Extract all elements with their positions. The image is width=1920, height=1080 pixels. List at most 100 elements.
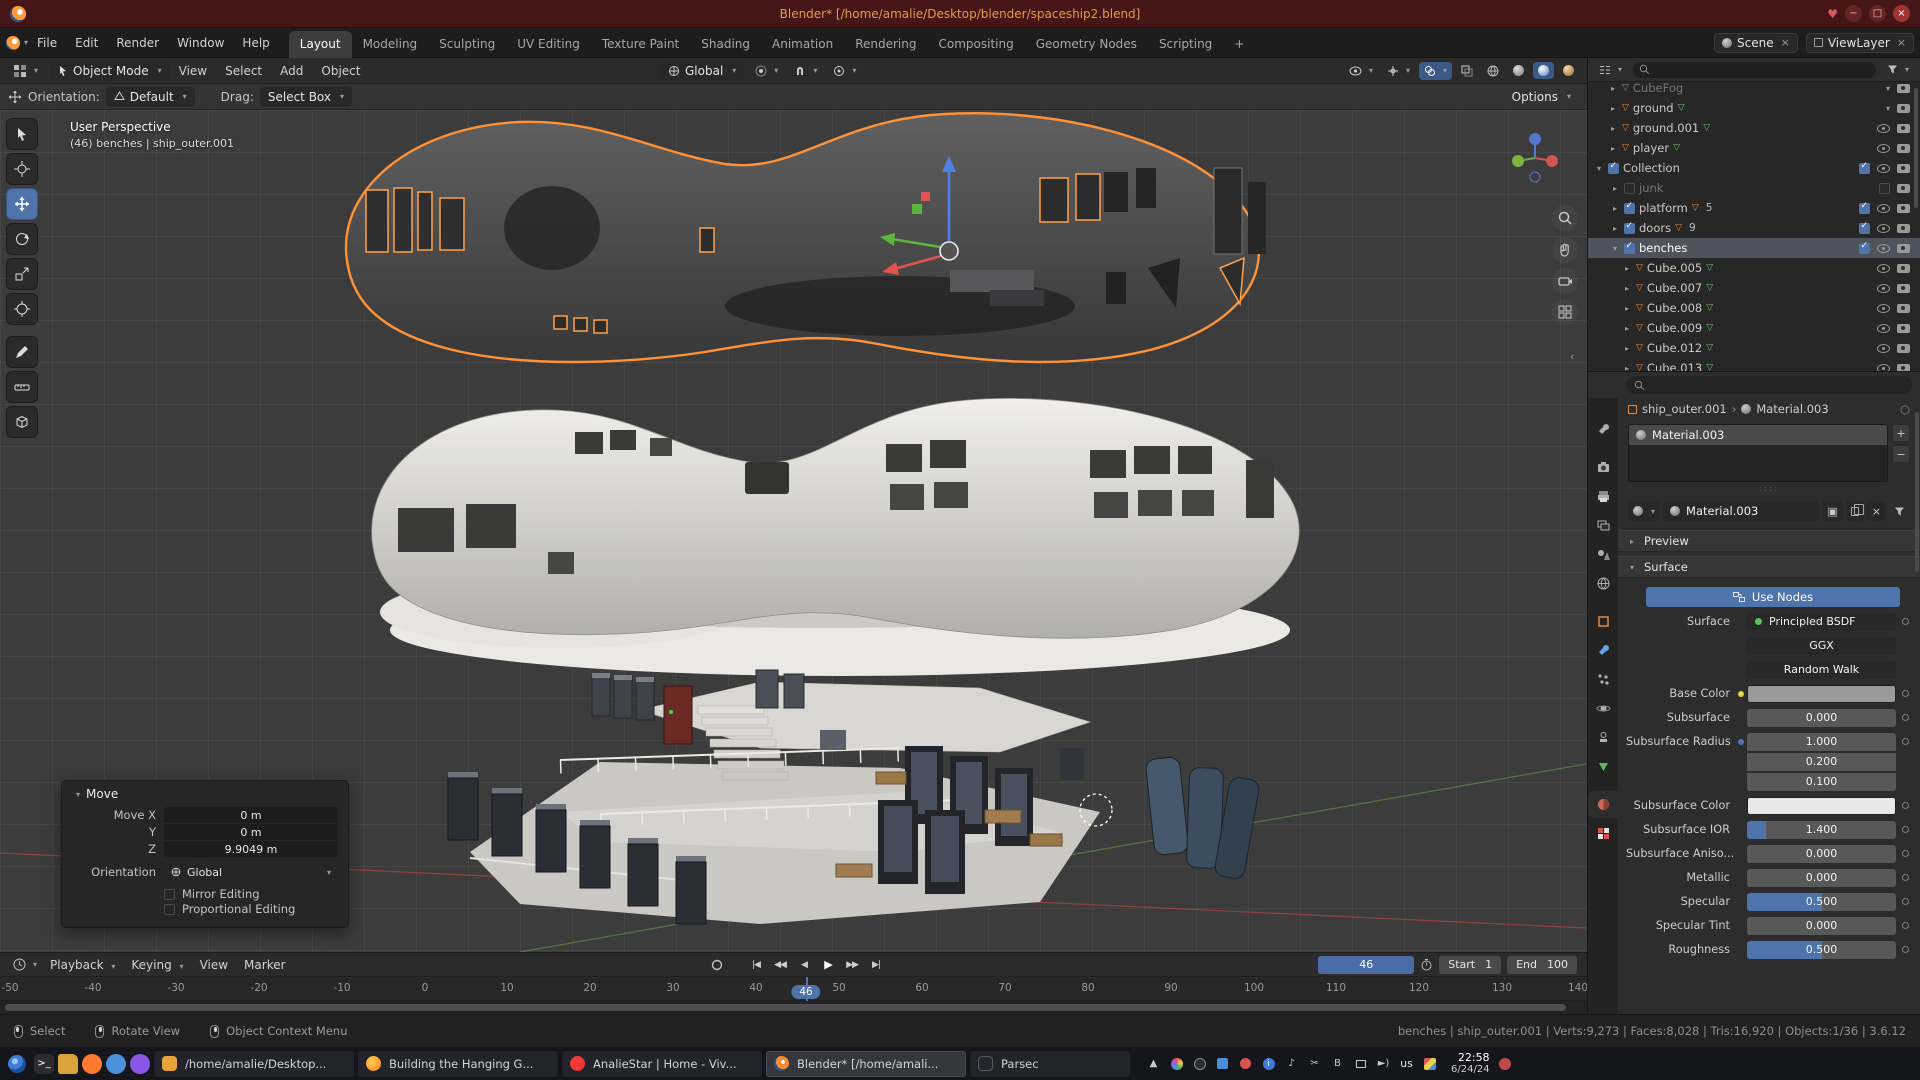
add-cube-tool[interactable]	[6, 406, 38, 438]
tab-constraints[interactable]	[1588, 724, 1618, 751]
timeline-scrollbar[interactable]	[0, 1001, 1587, 1014]
tab-scripting[interactable]: Scripting	[1148, 31, 1223, 58]
disable-render-icon[interactable]	[1897, 324, 1910, 333]
move-tool[interactable]	[6, 188, 38, 220]
tray-cut-icon[interactable]: ✂	[1307, 1056, 1322, 1071]
expand-caret-icon[interactable]: ▸	[1622, 304, 1632, 313]
app-menu-icon[interactable]	[6, 36, 20, 50]
disable-render-icon[interactable]	[1897, 204, 1910, 213]
new-material-button[interactable]	[1846, 501, 1864, 521]
expand-caret-icon[interactable]: ▸	[1608, 104, 1618, 113]
timeline-ruler[interactable]: -50 -40 -30 -20 -10 0 10 20 30 40 50 60 …	[0, 977, 1587, 1001]
fake-user-button[interactable]: ▣	[1822, 501, 1842, 521]
tab-world[interactable]	[1588, 570, 1618, 597]
move-x-field[interactable]: 0 m	[164, 807, 338, 823]
material-name-field[interactable]: Material.003	[1663, 501, 1819, 521]
play-button[interactable]: ▶	[817, 956, 839, 974]
tray-network-icon[interactable]	[1353, 1056, 1368, 1071]
pivot-point-dropdown[interactable]: ▾	[750, 62, 783, 80]
decorator-icon[interactable]	[1902, 802, 1909, 809]
start-menu-button[interactable]	[4, 1051, 30, 1077]
subsurface-slider[interactable]: 0.000	[1747, 709, 1896, 727]
decorator-icon[interactable]	[1902, 738, 1909, 745]
outliner-item-junk[interactable]: ▸junk	[1588, 178, 1920, 198]
xray-toggle[interactable]	[1456, 62, 1478, 80]
taskbar-window-files[interactable]: /home/amalie/Desktop...	[154, 1051, 354, 1077]
outliner-item-ground-001[interactable]: ▸▽ground.001▽	[1588, 118, 1920, 138]
hide-viewport-icon[interactable]	[1877, 324, 1890, 333]
hide-viewport-icon[interactable]	[1877, 284, 1890, 293]
collection-checkbox[interactable]	[1608, 163, 1619, 174]
decorator-icon[interactable]	[1902, 826, 1909, 833]
tab-animation[interactable]: Animation	[761, 31, 844, 58]
collapse-caret-icon[interactable]: ▾	[1610, 244, 1620, 253]
tray-music-icon[interactable]: ♪	[1284, 1056, 1299, 1071]
properties-search-field[interactable]	[1626, 376, 1912, 394]
tab-tool[interactable]	[1588, 416, 1618, 443]
drag-dropdown[interactable]: Select Box▾	[260, 87, 352, 107]
tab-modifiers[interactable]	[1588, 637, 1618, 664]
tab-render[interactable]	[1588, 454, 1618, 481]
hide-viewport-icon[interactable]	[1877, 204, 1890, 213]
scene-unlink-icon[interactable]: ×	[1781, 36, 1790, 49]
outliner-item-player[interactable]: ▸▽player▽	[1588, 138, 1920, 158]
mode-dropdown[interactable]: Object Mode ▾	[49, 61, 170, 81]
tray-obs-icon[interactable]	[1192, 1056, 1207, 1071]
launcher-icon-firefox[interactable]	[82, 1054, 102, 1074]
material-slot-list[interactable]: Material.003	[1628, 424, 1888, 482]
frame-start-field[interactable]: Start1	[1439, 956, 1501, 974]
move-y-field[interactable]: 0 m	[164, 824, 338, 840]
tab-material[interactable]	[1588, 791, 1618, 818]
prev-keyframe-button[interactable]: ◀◀	[769, 956, 791, 974]
disable-render-icon[interactable]	[1897, 364, 1910, 373]
outliner-item-cube-013[interactable]: ▸▽Cube.013▽	[1588, 358, 1920, 372]
taskbar-window-parsec[interactable]: Parsec	[970, 1051, 1130, 1077]
viewport-3d[interactable]: User Perspective (46) benches | ship_out…	[0, 110, 1587, 952]
hide-viewport-icon[interactable]	[1877, 224, 1890, 233]
launcher-icon-browser[interactable]	[106, 1054, 126, 1074]
cursor-tool[interactable]	[6, 153, 38, 185]
sidebar-toggle[interactable]: ‹	[1570, 350, 1574, 363]
current-frame-field[interactable]: 46	[1318, 956, 1414, 974]
outliner-item-cube-007[interactable]: ▸▽Cube.007▽	[1588, 278, 1920, 298]
hide-viewport-icon[interactable]	[1877, 364, 1890, 373]
menu-playback[interactable]: Playback ▾	[42, 954, 123, 976]
expand-caret-icon[interactable]: ▸	[1608, 144, 1618, 153]
expand-caret-icon[interactable]: ▸	[1610, 184, 1620, 193]
outliner-item-cube-005[interactable]: ▸▽Cube.005▽	[1588, 258, 1920, 278]
tray-app-blue-icon[interactable]	[1215, 1056, 1230, 1071]
hide-viewport-icon[interactable]	[1877, 124, 1890, 133]
material-slot-item[interactable]: Material.003	[1629, 425, 1887, 445]
scene-selector[interactable]: Scene ×	[1714, 33, 1798, 53]
proportional-editing-toggle[interactable]: ▾	[828, 62, 861, 80]
taskbar-clock[interactable]: 22:58 6/24/24	[1451, 1051, 1490, 1076]
hide-viewport-icon[interactable]	[1877, 264, 1890, 273]
pan-hand-button[interactable]	[1552, 237, 1578, 263]
distribution-dropdown[interactable]: GGX	[1747, 637, 1896, 655]
scale-tool[interactable]	[6, 258, 38, 290]
annotate-tool[interactable]	[6, 336, 38, 368]
outliner-item-cube-012[interactable]: ▸▽Cube.012▽	[1588, 338, 1920, 358]
decorator-icon[interactable]	[1902, 922, 1909, 929]
select-box-tool[interactable]	[6, 118, 38, 150]
jump-to-end-button[interactable]: ▶|	[865, 956, 887, 974]
viewlayer-selector[interactable]: ViewLayer ×	[1806, 33, 1914, 53]
proportional-editing-checkbox[interactable]	[164, 904, 175, 915]
shading-material-button[interactable]	[1533, 62, 1554, 79]
donate-heart-icon[interactable]: ♥	[1827, 7, 1838, 21]
disable-render-icon[interactable]	[1897, 224, 1910, 233]
use-nodes-button[interactable]: Use Nodes	[1646, 587, 1900, 607]
minimize-button[interactable]: −	[1845, 5, 1862, 22]
exclude-checkbox[interactable]	[1859, 223, 1870, 234]
tab-output[interactable]	[1588, 483, 1618, 510]
zoom-button[interactable]	[1552, 205, 1578, 231]
filter-icon[interactable]: ▾	[1882, 61, 1914, 78]
taskbar-window-firefox[interactable]: Building the Hanging G...	[358, 1051, 558, 1077]
unlink-material-button[interactable]: ×	[1867, 501, 1886, 521]
outliner-item-cube-009[interactable]: ▸▽Cube.009▽	[1588, 318, 1920, 338]
tab-sculpting[interactable]: Sculpting	[428, 31, 506, 58]
outliner-item-collection[interactable]: ▾Collection	[1588, 158, 1920, 178]
pin-icon[interactable]: ○	[1900, 402, 1910, 416]
subsurface-radius-y-field[interactable]: 0.200	[1747, 753, 1896, 771]
menu-edit[interactable]: Edit	[66, 31, 107, 55]
